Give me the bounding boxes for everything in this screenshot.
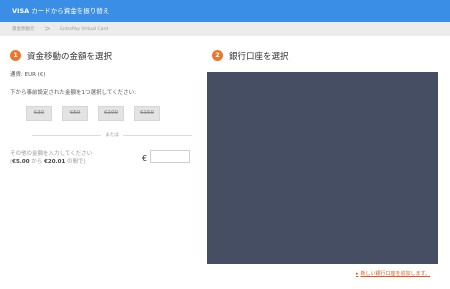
preset-amount-group: €30 €50 €100 €150 xyxy=(26,106,160,121)
other-amount-label: その他の金額を入力してください xyxy=(10,151,93,157)
step1-number-badge: 1 xyxy=(10,50,21,61)
amount-button-100[interactable]: €100 xyxy=(98,106,124,121)
breadcrumb-item-card: EntroPay Virtual Card xyxy=(60,27,109,32)
page-header: VISA カードから資金を振り替え xyxy=(0,0,450,22)
step2-number-badge: 2 xyxy=(212,50,223,61)
euro-symbol: € xyxy=(142,154,148,163)
visa-logo-text: VISA xyxy=(12,7,30,15)
amount-range-hint: (€5.00 から €20.01 の間で) xyxy=(10,158,86,166)
amount-button-50[interactable]: €50 xyxy=(62,106,88,121)
other-amount-input[interactable] xyxy=(150,150,190,163)
breadcrumb: 資金移動元 > EntroPay Virtual Card xyxy=(0,22,450,36)
or-label: または xyxy=(105,133,119,138)
add-bank-account-label: 新しい銀行口座を追加します。 xyxy=(360,271,431,277)
add-bank-account-link[interactable]: ▸ 新しい銀行口座を追加します。 xyxy=(356,270,430,277)
bank-account-panel[interactable] xyxy=(207,72,438,264)
chevron-right-icon: > xyxy=(43,24,51,33)
or-divider: または xyxy=(32,131,192,139)
step1-title: 資金移動の金額を選択 xyxy=(27,51,113,62)
header-title: カードから資金を振り替え xyxy=(29,7,110,15)
step1-heading: 1 資金移動の金額を選択 xyxy=(10,45,200,64)
currency-label: 通貨: EUR (€) xyxy=(10,72,46,78)
divider-line-left xyxy=(32,134,102,136)
preset-amount-hint: 下から事前設定された金額を1つ選択してください: xyxy=(10,90,137,96)
breadcrumb-item-source[interactable]: 資金移動元 xyxy=(12,27,35,32)
step2-heading: 2 銀行口座を選択 xyxy=(212,45,440,64)
range-max: €20.01 xyxy=(44,159,66,165)
step2-title: 銀行口座を選択 xyxy=(229,51,289,62)
amount-button-30[interactable]: €30 xyxy=(26,106,52,121)
divider-line-right xyxy=(122,134,192,136)
range-min: €5.00 xyxy=(12,159,30,165)
arrow-right-icon: ▸ xyxy=(356,271,359,277)
range-mid: から xyxy=(29,159,45,165)
amount-button-150[interactable]: €150 xyxy=(134,106,160,121)
range-suffix: の間で) xyxy=(65,159,86,165)
